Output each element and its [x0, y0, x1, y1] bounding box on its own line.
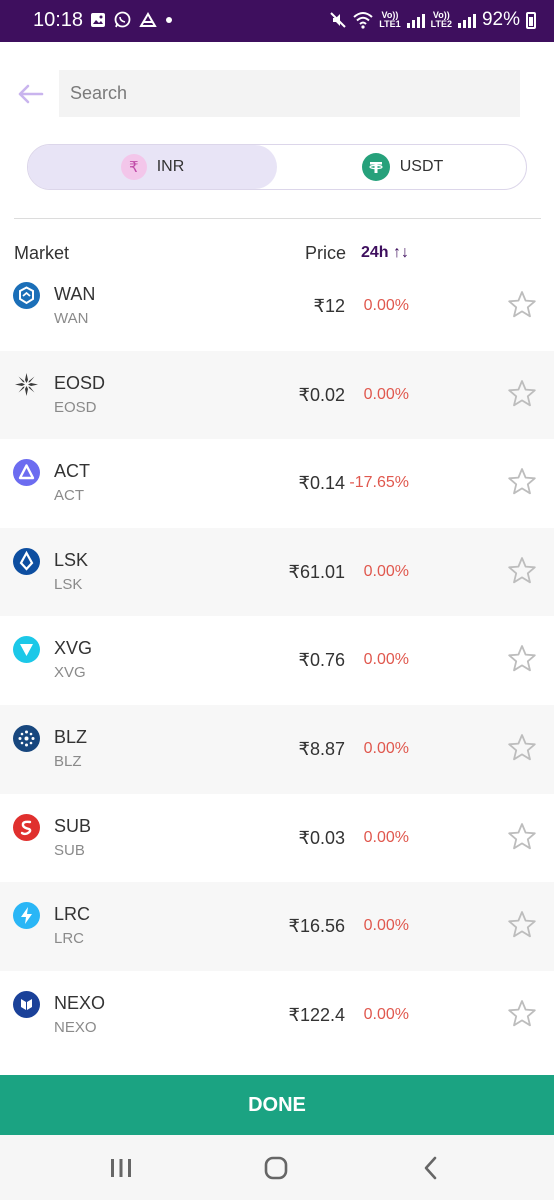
done-button[interactable]: DONE	[0, 1075, 554, 1135]
mute-icon	[330, 12, 346, 28]
search-input[interactable]	[59, 70, 520, 117]
signal-icon	[406, 12, 425, 28]
coin-row-nexo[interactable]: NEXO NEXO ₹122.4 0.00%	[0, 970, 554, 1060]
tab-usdt-label: USDT	[399, 158, 444, 175]
coin-name: LSK	[54, 549, 89, 570]
coin-name: EOSD	[54, 372, 106, 393]
tab-inr[interactable]: ₹ INR	[28, 145, 277, 189]
coin-symbol: NEXO	[54, 1018, 97, 1036]
act-icon	[13, 459, 40, 487]
coin-symbol: WAN	[54, 310, 89, 327]
status-bar: 10:18 Vo)) LTE1 Vo)) LTE2 92%	[0, 0, 554, 42]
coin-symbol: BLZ	[54, 752, 82, 770]
coin-price: ₹0.02	[298, 384, 346, 405]
coin-name: WAN	[54, 284, 96, 304]
star-icon[interactable]	[506, 732, 538, 764]
eosd-icon	[13, 371, 40, 398]
coin-change: 0.00%	[363, 1005, 409, 1023]
app-icon	[139, 11, 157, 27]
star-icon[interactable]	[506, 555, 538, 587]
coin-row-eosd[interactable]: EOSD EOSD ₹0.02 0.00%	[0, 350, 554, 440]
coin-name: ACT	[54, 461, 90, 482]
coin-price: ₹0.76	[298, 650, 346, 671]
home-icon[interactable]	[261, 1153, 291, 1183]
status-time: 10:18	[33, 9, 84, 31]
wifi-icon	[353, 12, 373, 29]
signal-icon	[457, 12, 476, 28]
rupee-icon: ₹	[120, 154, 147, 180]
coin-symbol: ACT	[54, 487, 84, 505]
coin-change: 0.00%	[363, 385, 409, 403]
coin-name: XVG	[54, 638, 93, 659]
battery-percent: 92%	[481, 9, 520, 30]
coin-list: WAN WAN ₹12 0.00% EOSD EOSD ₹0.02 0.00% ACT ACT ₹0…	[0, 262, 554, 1060]
system-nav-bar	[0, 1135, 554, 1200]
star-icon[interactable]	[506, 998, 538, 1030]
whatsapp-icon	[114, 11, 131, 28]
coin-change: 0.00%	[363, 651, 409, 669]
coin-name: NEXO	[54, 992, 106, 1013]
price-column-header[interactable]: Price	[305, 243, 346, 264]
coin-price: ₹12	[313, 296, 345, 316]
lrc-icon	[13, 902, 40, 930]
tab-usdt[interactable]: USDT	[278, 145, 527, 189]
blz-icon	[13, 724, 40, 752]
star-icon[interactable]	[506, 466, 538, 498]
coin-row-act[interactable]: ACT ACT ₹0.14 -17.65%	[0, 439, 554, 528]
coin-symbol: SUB	[54, 841, 85, 859]
gallery-icon	[91, 12, 105, 27]
coin-symbol: LRC	[54, 930, 85, 948]
star-icon[interactable]	[506, 289, 538, 321]
coin-price: ₹61.01	[288, 561, 346, 582]
star-icon[interactable]	[506, 378, 538, 410]
status-left-icons	[90, 11, 173, 28]
coin-change: 0.00%	[363, 739, 409, 757]
currency-toggle: ₹ INR USDT	[27, 144, 527, 190]
market-column-header: Market	[14, 243, 70, 263]
coin-row-wan[interactable]: WAN WAN ₹12 0.00%	[0, 262, 554, 351]
coin-symbol: EOSD	[54, 398, 97, 416]
coin-change: 0.00%	[363, 917, 409, 935]
lte2-label: Vo)) LTE2	[430, 10, 452, 29]
coin-change: 0.00%	[363, 297, 409, 314]
lsk-icon	[13, 547, 40, 575]
battery-icon	[526, 11, 536, 29]
status-right: Vo)) LTE1 Vo)) LTE2 92%	[329, 9, 536, 31]
dot-icon	[166, 16, 172, 23]
divider	[14, 218, 541, 219]
coin-price: ₹122.4	[288, 1004, 346, 1025]
coin-row-xvg[interactable]: XVG XVG ₹0.76 0.00%	[0, 616, 554, 705]
star-icon[interactable]	[506, 909, 538, 941]
coin-name: LRC	[54, 904, 91, 925]
coin-name: SUB	[54, 815, 92, 836]
coin-row-lsk[interactable]: LSK LSK ₹61.01 0.00%	[0, 527, 554, 617]
star-icon[interactable]	[506, 821, 538, 853]
coin-price: ₹0.03	[298, 827, 346, 848]
sub-icon	[13, 813, 40, 841]
tether-icon	[361, 153, 390, 181]
wan-icon	[13, 282, 40, 309]
coin-symbol: LSK	[54, 575, 83, 593]
nexo-icon	[13, 990, 40, 1018]
back-arrow-icon[interactable]	[14, 78, 46, 110]
tab-inr-label: INR	[156, 158, 185, 175]
coin-row-lrc[interactable]: LRC LRC ₹16.56 0.00%	[0, 882, 554, 971]
coin-name: BLZ	[54, 726, 88, 747]
coin-price: ₹0.14	[298, 473, 346, 494]
coin-change: 0.00%	[363, 562, 409, 580]
lte1-label: Vo)) LTE1	[379, 10, 401, 29]
coin-row-blz[interactable]: BLZ BLZ ₹8.87 0.00%	[0, 704, 554, 794]
coin-price: ₹16.56	[288, 916, 346, 937]
star-icon[interactable]	[506, 643, 538, 675]
back-nav-icon[interactable]	[416, 1153, 446, 1183]
coin-price: ₹8.87	[298, 738, 346, 759]
coin-row-sub[interactable]: SUB SUB ₹0.03 0.00%	[0, 793, 554, 883]
xvg-icon	[13, 636, 40, 664]
change-sort-header[interactable]: 24h ↑↓	[361, 244, 409, 262]
coin-symbol: XVG	[54, 664, 86, 682]
recent-apps-icon[interactable]	[106, 1153, 136, 1183]
coin-change: 0.00%	[363, 828, 409, 846]
coin-change: -17.65%	[349, 474, 409, 492]
